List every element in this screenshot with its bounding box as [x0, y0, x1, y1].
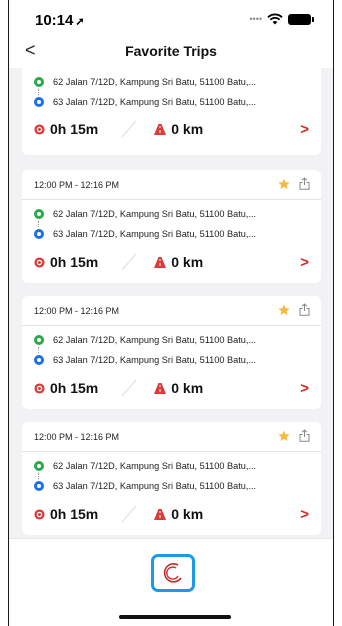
trip-distance: 0 km [171, 254, 204, 270]
origin-pin-icon [34, 461, 44, 471]
trip-duration: 0h 15m [50, 254, 99, 270]
app-frame: 10:14 ➚ •••• < Favorite Trips 62 Jalan 7/… [8, 0, 334, 626]
destination-pin-icon [34, 97, 44, 107]
trip-time-range: 12:00 PM - 12:16 PM [34, 306, 120, 316]
home-indicator [119, 615, 231, 619]
trip-stats: 0h 15m 0 km > [34, 120, 309, 138]
trip-card[interactable]: 12:00 PM - 12:16 PM 62 Jalan 7/12D, Kamp… [22, 422, 321, 535]
origin-pin-icon [34, 77, 44, 87]
trip-stats: 0h 15m 0 km > [34, 253, 309, 271]
chevron-right-icon[interactable]: > [300, 506, 309, 523]
destination-address: 63 Jalan 7/12D, Kampung Sri Batu, 51100 … [53, 229, 257, 239]
destination-row: 63 Jalan 7/12D, Kampung Sri Batu, 51100 … [34, 95, 256, 109]
trip-time-range: 12:00 PM - 12:16 PM [34, 180, 120, 190]
origin-pin-icon [34, 335, 44, 345]
road-icon [154, 382, 167, 394]
destination-row: 63 Jalan 7/12D, Kampung Sri Batu, 51100 … [34, 353, 256, 367]
road-icon [154, 256, 167, 268]
share-icon[interactable] [299, 303, 310, 316]
star-icon[interactable] [278, 178, 290, 190]
share-icon[interactable] [299, 429, 310, 442]
trip-card[interactable]: 12:00 PM - 12:16 PM 62 Jalan 7/12D, Kamp… [22, 296, 321, 409]
trip-distance: 0 km [171, 380, 204, 396]
clock-icon [34, 256, 45, 268]
origin-pin-icon [34, 209, 44, 219]
share-icon[interactable] [299, 177, 310, 190]
origin-address: 62 Jalan 7/12D, Kampung Sri Batu, 51100 … [53, 461, 257, 471]
trip-card-header: 12:00 PM - 12:16 PM [22, 296, 321, 326]
destination-row: 63 Jalan 7/12D, Kampung Sri Batu, 51100 … [34, 227, 256, 241]
divider-slash [121, 120, 137, 138]
destination-pin-icon [34, 229, 44, 239]
clock-icon [34, 382, 45, 394]
trip-duration: 0h 15m [50, 506, 99, 522]
nav-bar: < Favorite Trips [9, 38, 333, 68]
destination-address: 63 Jalan 7/12D, Kampung Sri Batu, 51100 … [53, 97, 257, 107]
trip-card[interactable]: 62 Jalan 7/12D, Kampung Sri Batu, 51100 … [22, 68, 321, 155]
trip-stats: 0h 15m 0 km > [34, 505, 309, 523]
status-indicators: •••• [249, 13, 314, 25]
divider-slash [121, 253, 137, 271]
trip-distance: 0 km [171, 121, 204, 137]
divider-slash [121, 505, 137, 523]
origin-row: 62 Jalan 7/12D, Kampung Sri Batu, 51100 … [34, 75, 256, 89]
origin-address: 62 Jalan 7/12D, Kampung Sri Batu, 51100 … [53, 209, 257, 219]
destination-address: 63 Jalan 7/12D, Kampung Sri Batu, 51100 … [53, 481, 257, 491]
trip-list[interactable]: 62 Jalan 7/12D, Kampung Sri Batu, 51100 … [9, 68, 333, 538]
star-icon[interactable] [278, 304, 290, 316]
origin-address: 62 Jalan 7/12D, Kampung Sri Batu, 51100 … [53, 77, 257, 87]
clock-icon [34, 508, 45, 520]
trip-card-header: 12:00 PM - 12:16 PM [22, 422, 321, 452]
bottom-bar [9, 538, 333, 626]
origin-row: 62 Jalan 7/12D, Kampung Sri Batu, 51100 … [34, 333, 256, 347]
destination-pin-icon [34, 355, 44, 365]
destination-row: 63 Jalan 7/12D, Kampung Sri Batu, 51100 … [34, 479, 256, 493]
divider-slash [121, 379, 137, 397]
trip-stats: 0h 15m 0 km > [34, 379, 309, 397]
destination-address: 63 Jalan 7/12D, Kampung Sri Batu, 51100 … [53, 355, 257, 365]
origin-address: 62 Jalan 7/12D, Kampung Sri Batu, 51100 … [53, 335, 257, 345]
destination-pin-icon [34, 481, 44, 491]
chevron-right-icon[interactable]: > [300, 254, 309, 271]
trip-distance: 0 km [171, 506, 204, 522]
trip-time-range: 12:00 PM - 12:16 PM [34, 432, 120, 442]
page-title: Favorite Trips [125, 43, 217, 59]
origin-row: 62 Jalan 7/12D, Kampung Sri Batu, 51100 … [34, 207, 256, 221]
trip-duration: 0h 15m [50, 380, 99, 396]
road-icon [154, 123, 167, 135]
road-icon [154, 508, 167, 520]
status-time: 10:14 ➚ [35, 12, 85, 29]
origin-row: 62 Jalan 7/12D, Kampung Sri Batu, 51100 … [34, 459, 256, 473]
trip-duration: 0h 15m [50, 121, 99, 137]
location-arrow-icon: ➚ [75, 16, 85, 28]
clock-icon [34, 123, 45, 135]
status-bar: 10:14 ➚ •••• [9, 0, 333, 38]
star-icon[interactable] [278, 430, 290, 442]
battery-icon [288, 13, 314, 25]
chevron-right-icon[interactable]: > [300, 380, 309, 397]
chevron-right-icon[interactable]: > [300, 121, 309, 138]
trip-card[interactable]: 12:00 PM - 12:16 PM 62 Jalan 7/12D, Kamp… [22, 170, 321, 283]
wifi-icon [267, 13, 283, 25]
loading-indicator [151, 554, 195, 592]
signal-icon: •••• [249, 14, 262, 24]
trip-card-header: 12:00 PM - 12:16 PM [22, 170, 321, 200]
spinner-icon [163, 563, 182, 583]
